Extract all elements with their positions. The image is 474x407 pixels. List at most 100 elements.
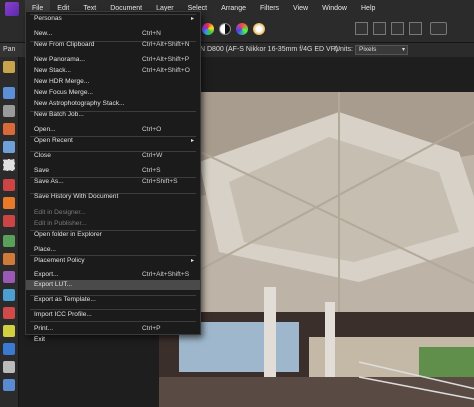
menu-item-new-hdr-merge[interactable]: New HDR Merge... bbox=[26, 77, 200, 87]
menu-item-label: Close bbox=[34, 152, 51, 159]
paint-brush-icon[interactable] bbox=[3, 123, 15, 135]
marquee-tool-icon[interactable] bbox=[3, 159, 15, 171]
menu-item-print[interactable]: Print... Ctrl+P bbox=[26, 324, 200, 334]
menu-item-edit-in-publisher: Edit in Publisher... bbox=[26, 219, 200, 229]
menu-item-new-batch-job[interactable]: New Batch Job... bbox=[26, 110, 200, 120]
menu-item-label: Export LUT... bbox=[34, 281, 73, 288]
menu-view[interactable]: View bbox=[286, 0, 315, 18]
menu-item-new-from-clipboard[interactable]: New From Clipboard Ctrl+Alt+Shift+N bbox=[26, 40, 200, 50]
menu-window[interactable]: Window bbox=[315, 0, 354, 18]
menu-item-save-history-with-document[interactable]: Save History With Document bbox=[26, 192, 200, 202]
menu-item-label: Place... bbox=[34, 246, 56, 253]
menu-item-open-recent[interactable]: Open Recent ▸ bbox=[26, 136, 200, 146]
menu-item-shortcut: Ctrl+O bbox=[142, 126, 162, 133]
menu-item-label: Open... bbox=[34, 126, 56, 133]
menu-item-label: Personas bbox=[34, 15, 62, 22]
menu-item-shortcut: Ctrl+S bbox=[142, 167, 161, 174]
fill-tool-icon[interactable] bbox=[3, 179, 15, 191]
menu-item-placement-policy[interactable]: Placement Policy ▸ bbox=[26, 256, 200, 266]
color-balance-icon[interactable] bbox=[236, 23, 248, 35]
menu-item-close[interactable]: Close Ctrl+W bbox=[26, 151, 200, 161]
crop-tool-icon[interactable] bbox=[3, 105, 15, 117]
menu-filters[interactable]: Filters bbox=[253, 0, 286, 18]
file-menu-dropdown: Personas ▸ New... Ctrl+N New From Clipboard C… bbox=[25, 11, 201, 343]
menu-item-label: Print... bbox=[34, 325, 54, 332]
red-eye-tool-icon[interactable] bbox=[3, 307, 15, 319]
white-balance-icon[interactable] bbox=[253, 23, 265, 35]
menu-item-label: New HDR Merge... bbox=[34, 78, 90, 85]
menu-item-save[interactable]: Save Ctrl+S bbox=[26, 166, 200, 176]
menu-item-export-as-template[interactable]: Export as Template... bbox=[26, 295, 200, 305]
menu-item-label: Open folder in Explorer bbox=[34, 231, 102, 238]
gradient-tool-icon[interactable] bbox=[3, 197, 15, 209]
menu-item-new-focus-merge[interactable]: New Focus Merge... bbox=[26, 88, 200, 98]
menu-item-open[interactable]: Open... Ctrl+O bbox=[26, 125, 200, 135]
menu-item-label: New Batch Job... bbox=[34, 111, 84, 118]
menu-arrange[interactable]: Arrange bbox=[214, 0, 253, 18]
hand-tool-icon[interactable] bbox=[3, 61, 15, 73]
crop-frame-icon[interactable] bbox=[391, 22, 404, 35]
menu-separator bbox=[30, 321, 196, 322]
brush-tool-icon[interactable] bbox=[3, 87, 15, 99]
marquee-icon[interactable] bbox=[373, 22, 386, 35]
app-logo-icon[interactable] bbox=[5, 2, 19, 16]
menu-item-label: Edit in Publisher... bbox=[34, 220, 87, 227]
menu-item-shortcut: Ctrl+P bbox=[142, 325, 161, 332]
smudge-tool-icon[interactable] bbox=[3, 253, 15, 265]
menu-item-new-stack[interactable]: New Stack... Ctrl+Alt+Shift+O bbox=[26, 66, 200, 76]
units-label: Units: bbox=[335, 46, 353, 53]
menu-item-label: Export... bbox=[34, 271, 59, 278]
menu-item-new[interactable]: New... Ctrl+N bbox=[26, 29, 200, 39]
menu-item-label: New Focus Merge... bbox=[34, 89, 93, 96]
submenu-arrow-icon: ▸ bbox=[190, 16, 194, 22]
menu-item-save-as[interactable]: Save As... Ctrl+Shift+S bbox=[26, 177, 200, 187]
selection-tool-icon[interactable] bbox=[355, 22, 368, 35]
units-value: Pixels bbox=[359, 46, 377, 53]
dodge-tool-icon[interactable] bbox=[3, 235, 15, 247]
menu-item-label: Save As... bbox=[34, 178, 64, 185]
menu-item-place[interactable]: Place... bbox=[26, 245, 200, 255]
healing-tool-icon[interactable] bbox=[3, 289, 15, 301]
eraser-tool-icon[interactable] bbox=[3, 215, 15, 227]
menu-item-label: New Stack... bbox=[34, 67, 72, 74]
shape-tool-icon[interactable] bbox=[3, 343, 15, 355]
text-tool-icon[interactable] bbox=[3, 361, 15, 373]
menu-item-shortcut: Ctrl+Shift+S bbox=[142, 178, 178, 185]
panel-tab-pan[interactable]: Pan bbox=[0, 43, 25, 57]
units-select[interactable]: Pixels ▾ bbox=[355, 45, 408, 55]
menu-item-import-icc-profile[interactable]: Import ICC Profile... bbox=[26, 310, 200, 320]
studio-toggle-icon[interactable] bbox=[430, 22, 447, 35]
menu-item-exit[interactable]: Exit bbox=[26, 335, 200, 345]
selection-brush-icon[interactable] bbox=[3, 141, 15, 153]
menu-item-shortcut: Ctrl+Alt+Shift+N bbox=[142, 41, 190, 48]
menu-item-new-panorama[interactable]: New Panorama... Ctrl+Alt+Shift+P bbox=[26, 55, 200, 65]
menu-item-shortcut: Ctrl+Alt+Shift+P bbox=[142, 56, 190, 63]
menu-item-label: New Panorama... bbox=[34, 56, 85, 63]
menu-item-label: Save bbox=[34, 167, 50, 174]
tools-panel bbox=[0, 57, 19, 407]
menu-item-shortcut: Ctrl+N bbox=[142, 30, 161, 37]
menu-item-export-lut[interactable]: Export LUT... bbox=[26, 280, 200, 290]
grid-icon[interactable] bbox=[409, 22, 422, 35]
photo-image bbox=[159, 92, 474, 407]
menu-item-shortcut: Ctrl+W bbox=[142, 152, 163, 159]
menu-item-label: Placement Policy bbox=[34, 257, 85, 264]
submenu-arrow-icon: ▸ bbox=[190, 138, 194, 144]
document-photo bbox=[159, 92, 474, 407]
menu-help[interactable]: Help bbox=[354, 0, 382, 18]
menu-item-label: Exit bbox=[34, 336, 45, 343]
menu-item-open-folder-in-explorer[interactable]: Open folder in Explorer bbox=[26, 230, 200, 240]
clone-tool-icon[interactable] bbox=[3, 271, 15, 283]
menu-item-shortcut: Ctrl+Alt+Shift+S bbox=[142, 271, 190, 278]
color-wheel-icon[interactable] bbox=[202, 23, 214, 35]
menu-item-personas[interactable]: Personas ▸ bbox=[26, 14, 200, 24]
menu-item-label: Save History With Document bbox=[34, 193, 119, 200]
chevron-down-icon: ▾ bbox=[401, 47, 405, 53]
menu-item-export[interactable]: Export... Ctrl+Alt+Shift+S bbox=[26, 270, 200, 280]
menu-item-new-astrophotography-stack[interactable]: New Astrophotography Stack... bbox=[26, 99, 200, 109]
contrast-icon[interactable] bbox=[219, 23, 231, 35]
menu-item-label: New From Clipboard bbox=[34, 41, 95, 48]
zoom-tool-icon[interactable] bbox=[3, 379, 15, 391]
menu-item-label: New Astrophotography Stack... bbox=[34, 100, 125, 107]
blur-tool-icon[interactable] bbox=[3, 325, 15, 337]
